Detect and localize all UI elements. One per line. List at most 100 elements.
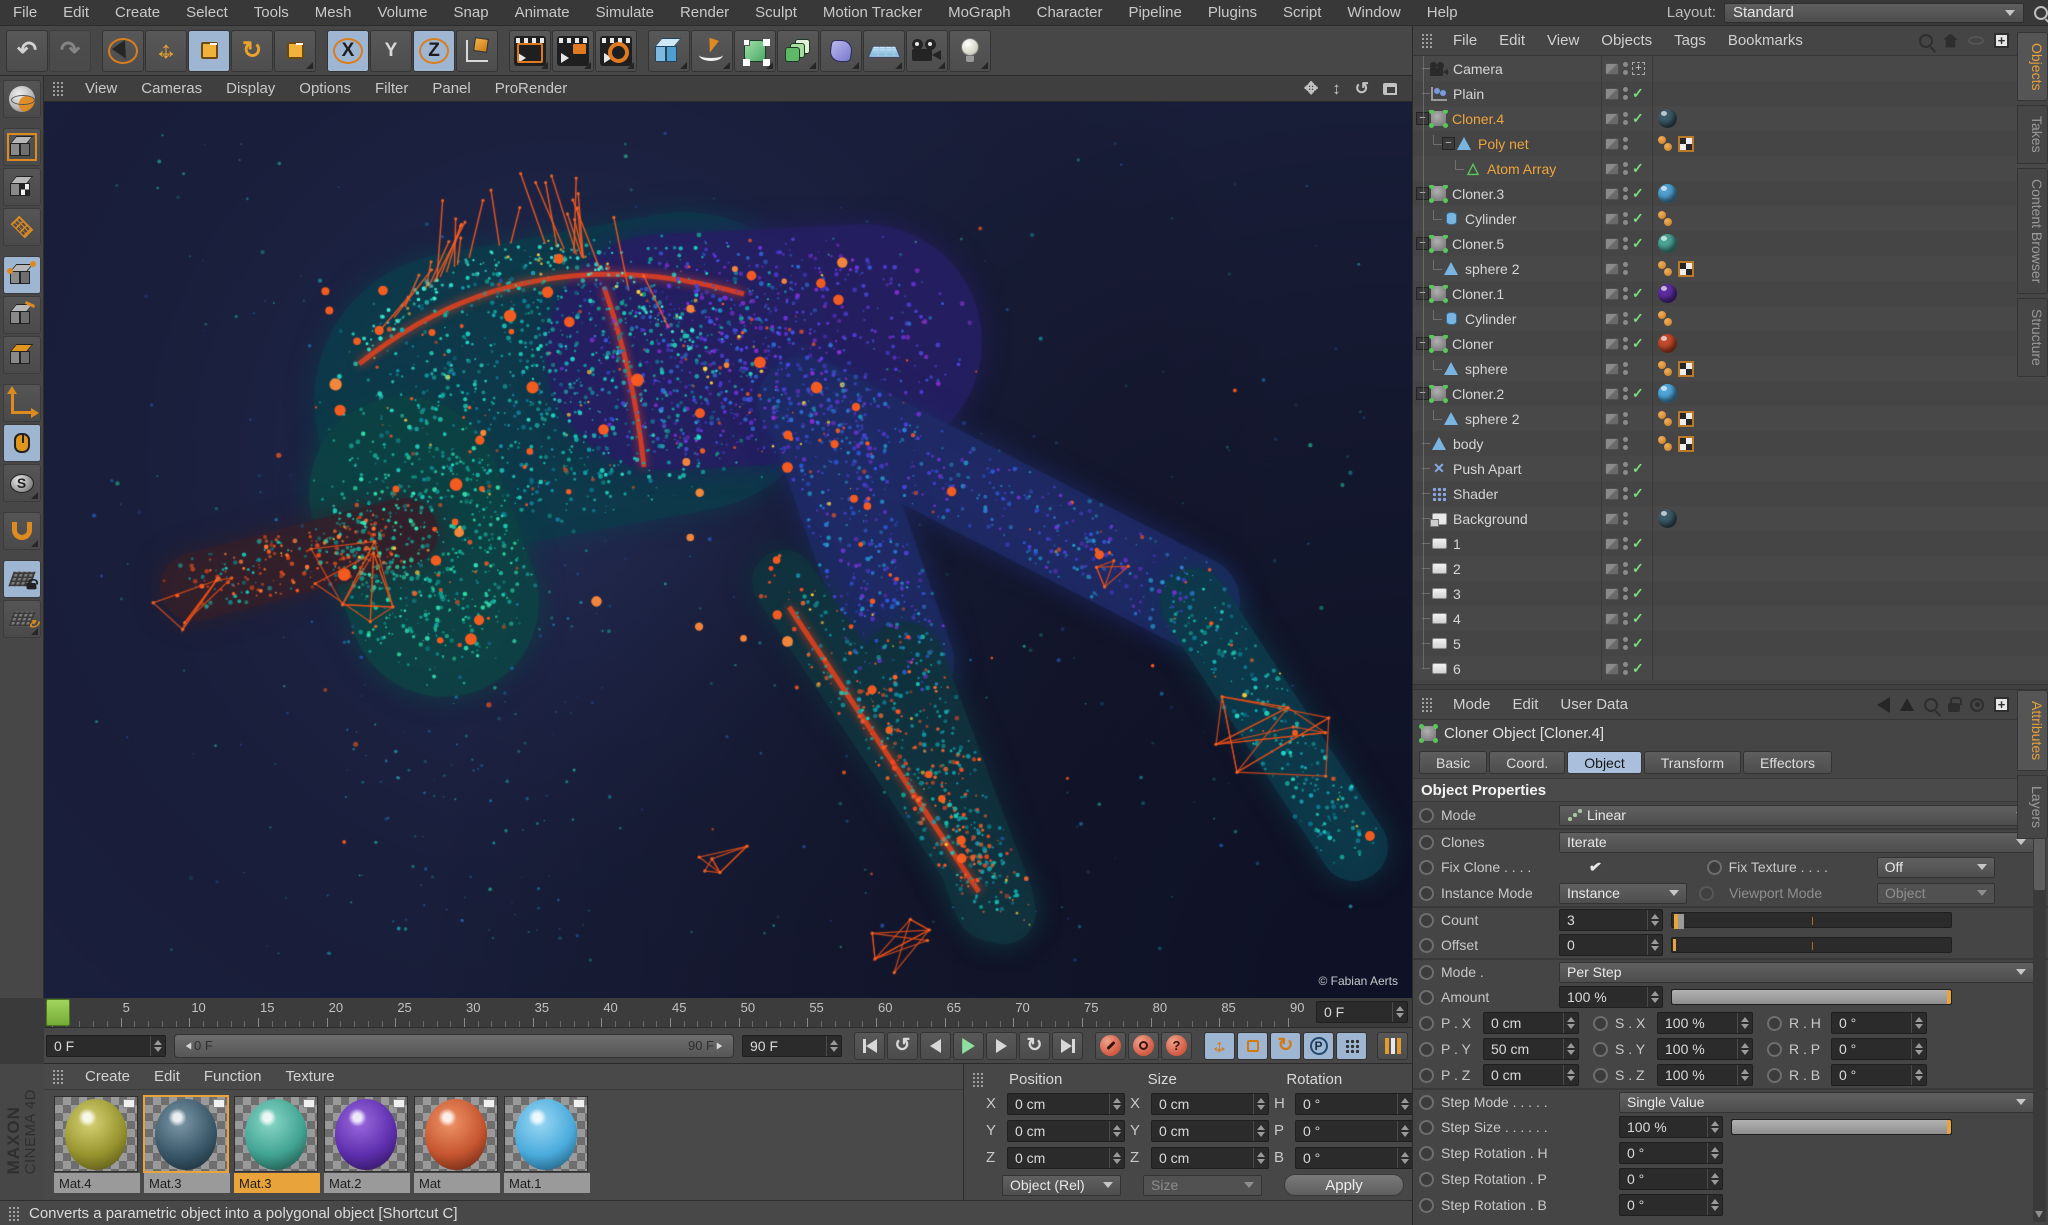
visibility-dots[interactable] xyxy=(1623,462,1628,475)
menu-simulate[interactable]: Simulate xyxy=(583,0,667,26)
object-row-sphere-2[interactable]: sphere 2 xyxy=(1413,406,2048,431)
rotate-tool[interactable]: ↻ xyxy=(231,29,273,72)
undo-button[interactable]: ↶ xyxy=(6,29,48,72)
layer-chip-icon[interactable] xyxy=(1605,237,1619,250)
object-name[interactable]: 6 xyxy=(1453,661,1461,677)
keyframe-selection-button[interactable] xyxy=(1377,1031,1408,1060)
phong-tag-icon[interactable] xyxy=(1658,210,1674,228)
object-row-2[interactable]: 2 ✓ xyxy=(1413,556,2048,581)
animation-radio[interactable] xyxy=(1706,859,1722,875)
lock-y-axis-button[interactable]: Y xyxy=(370,29,412,72)
key-position-button[interactable]: ↔ ↕ xyxy=(1204,1031,1235,1060)
dropdown[interactable]: Linear xyxy=(1559,804,2034,826)
layer-chip-icon[interactable] xyxy=(1605,337,1619,350)
layer-chip-icon[interactable] xyxy=(1605,562,1619,575)
object-manager-menu-view[interactable]: View xyxy=(1536,32,1590,49)
coordinate-field[interactable]: 0 ° xyxy=(1295,1146,1413,1169)
search-icon[interactable] xyxy=(1924,697,1938,712)
object-row-cloner-2[interactable]: −Cloner.2✓ xyxy=(1413,381,2048,406)
menu-script[interactable]: Script xyxy=(1270,0,1334,26)
lock-icon[interactable] xyxy=(1948,696,1962,712)
spline-pen-button[interactable] xyxy=(691,29,733,72)
visibility-dots[interactable] xyxy=(1623,212,1628,225)
object-name[interactable]: Camera xyxy=(1453,61,1503,77)
range-right-arrow-icon[interactable] xyxy=(716,1042,723,1049)
visibility-dots[interactable] xyxy=(1623,87,1628,100)
value-field[interactable]: 100 % xyxy=(1657,1038,1753,1060)
side-tab-takes[interactable]: Takes xyxy=(2017,105,2048,165)
object-name[interactable]: Cylinder xyxy=(1465,211,1516,227)
viewport-render[interactable] xyxy=(44,102,1412,998)
object-name[interactable]: body xyxy=(1453,436,1483,452)
animation-radio[interactable] xyxy=(1419,859,1434,875)
value-slider[interactable] xyxy=(1731,1119,1952,1135)
enabled-check-icon[interactable]: ✓ xyxy=(1632,485,1646,502)
render-settings-button[interactable] xyxy=(595,29,637,72)
search-icon[interactable] xyxy=(1919,33,1933,48)
home-icon[interactable] xyxy=(1943,33,1958,48)
coordinate-field[interactable]: 0 cm xyxy=(1007,1092,1125,1115)
animation-radio[interactable] xyxy=(1419,1015,1434,1031)
menu-mesh[interactable]: Mesh xyxy=(302,0,365,26)
uvw-tag-icon[interactable] xyxy=(1678,135,1694,152)
object-row-camera[interactable]: Camera + xyxy=(1413,56,2048,81)
scrollbar[interactable] xyxy=(2033,794,2046,1222)
enabled-check-icon[interactable]: ✓ xyxy=(1632,585,1646,602)
enabled-check-icon[interactable]: ✓ xyxy=(1632,460,1646,477)
object-name[interactable]: Atom Array xyxy=(1487,161,1556,177)
enabled-check-icon[interactable]: ✓ xyxy=(1632,185,1646,202)
object-row-plain[interactable]: Plain ✓ xyxy=(1413,81,2048,106)
menu-sculpt[interactable]: Sculpt xyxy=(742,0,810,26)
viewport-menu-prorender[interactable]: ProRender xyxy=(483,80,580,97)
material-menu-function[interactable]: Function xyxy=(192,1068,274,1085)
value-field[interactable]: 0 ° xyxy=(1831,1012,1927,1034)
value-field[interactable]: 0 xyxy=(1559,934,1663,956)
menu-help[interactable]: Help xyxy=(1414,0,1471,26)
visibility-dots[interactable] xyxy=(1623,162,1628,175)
coordinate-field[interactable]: 0 cm xyxy=(1007,1119,1125,1142)
enabled-check-icon[interactable]: ✓ xyxy=(1632,635,1646,652)
object-row-atom-array[interactable]: △ Atom Array ✓ xyxy=(1413,156,2048,181)
move-tool[interactable]: ↔ ↕ xyxy=(145,29,187,72)
visibility-dots[interactable] xyxy=(1623,437,1628,450)
enabled-check-icon[interactable]: ✓ xyxy=(1632,85,1646,102)
tab-coord-[interactable]: Coord. xyxy=(1489,751,1566,774)
visibility-dots[interactable] xyxy=(1623,662,1628,675)
object-row-cylinder[interactable]: Cylinder ✓ xyxy=(1413,206,2048,231)
viewport[interactable]: View Cameras Display Options Filter Panel ProR… xyxy=(44,76,1412,998)
panel-handle-icon[interactable] xyxy=(52,1069,65,1084)
layer-chip-icon[interactable] xyxy=(1605,137,1619,150)
visibility-dots[interactable] xyxy=(1623,537,1628,550)
enabled-check-icon[interactable]: ✓ xyxy=(1632,560,1646,577)
add-primitive-button[interactable] xyxy=(648,29,690,72)
key-parameter-button[interactable]: P xyxy=(1303,1031,1334,1060)
object-row-cloner-1[interactable]: −Cloner.1✓ xyxy=(1413,281,2048,306)
layer-chip-icon[interactable] xyxy=(1605,612,1619,625)
animation-radio[interactable] xyxy=(1419,1197,1434,1213)
animation-radio[interactable] xyxy=(1419,1171,1434,1187)
value-slider[interactable] xyxy=(1671,937,1952,953)
zoom-view-icon[interactable]: ↕ xyxy=(1325,79,1348,99)
visibility-dots[interactable] xyxy=(1623,262,1628,275)
object-name[interactable]: 1 xyxy=(1453,536,1461,552)
menu-mograph[interactable]: MoGraph xyxy=(935,0,1024,26)
scale-tool[interactable] xyxy=(188,29,230,72)
viewport-menu-filter[interactable]: Filter xyxy=(363,80,420,97)
menu-plugins[interactable]: Plugins xyxy=(1195,0,1270,26)
material-menu-create[interactable]: Create xyxy=(73,1068,142,1085)
object-row-6[interactable]: 6 ✓ xyxy=(1413,656,2048,680)
layout-select[interactable]: Standard xyxy=(1724,2,2024,23)
object-name[interactable]: Shader xyxy=(1453,486,1498,502)
checkbox[interactable]: ✔ xyxy=(1588,857,1603,877)
search-icon[interactable] xyxy=(2034,5,2048,20)
object-row-cloner-4[interactable]: −Cloner.4✓ xyxy=(1413,106,2048,131)
material-item[interactable]: Mat.1 xyxy=(504,1096,590,1193)
coordinate-field[interactable]: 0 cm xyxy=(1151,1092,1269,1115)
enabled-check-icon[interactable]: ✓ xyxy=(1632,210,1646,227)
object-manager-menu-tags[interactable]: Tags xyxy=(1663,32,1717,49)
object-row-3[interactable]: 3 ✓ xyxy=(1413,581,2048,606)
material-name[interactable]: Mat.4 xyxy=(54,1173,140,1193)
object-name[interactable]: 2 xyxy=(1453,561,1461,577)
value-field[interactable]: 3 xyxy=(1559,909,1663,931)
object-row-cylinder[interactable]: Cylinder ✓ xyxy=(1413,306,2048,331)
